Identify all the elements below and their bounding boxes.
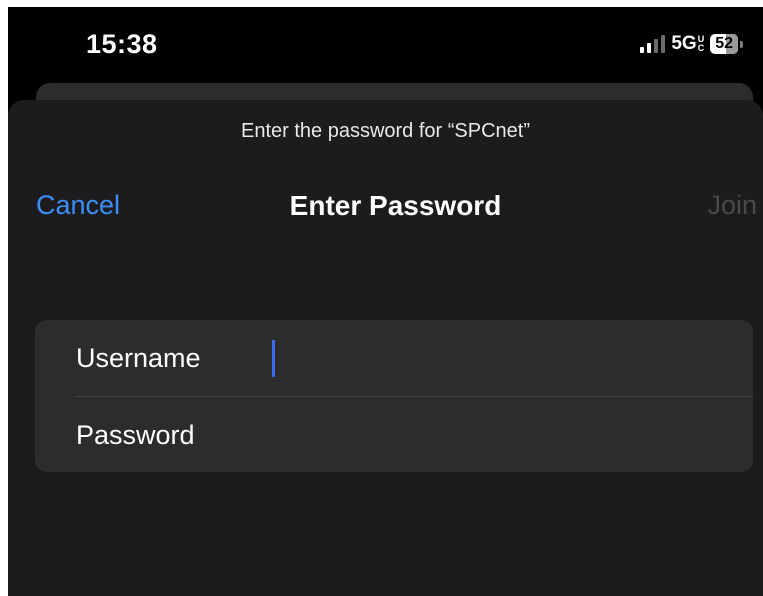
password-row[interactable]: Password bbox=[35, 397, 753, 472]
status-time: 15:38 bbox=[86, 29, 158, 59]
text-cursor bbox=[272, 340, 275, 377]
phone-screen: 15:38 5G U C 52 Enter the password for “… bbox=[8, 7, 763, 596]
battery-level: 52 bbox=[710, 34, 738, 54]
password-sheet: Enter the password for “SPCnet” Cancel E… bbox=[8, 100, 763, 596]
cancel-button[interactable]: Cancel bbox=[36, 190, 120, 221]
password-prompt: Enter the password for “SPCnet” bbox=[240, 120, 530, 142]
credentials-form: Username Password bbox=[35, 320, 753, 472]
network-type: 5G U C bbox=[671, 33, 704, 55]
status-indicators: 5G U C 52 bbox=[640, 33, 743, 55]
page-title: Enter Password bbox=[289, 190, 502, 221]
password-input[interactable] bbox=[272, 413, 753, 457]
network-label: 5G bbox=[671, 33, 697, 54]
cellular-signal-icon bbox=[640, 35, 666, 53]
username-input[interactable] bbox=[272, 336, 753, 380]
username-label: Username bbox=[76, 342, 201, 373]
join-button[interactable]: Join bbox=[707, 190, 757, 221]
battery-icon: 52 bbox=[710, 34, 743, 54]
battery-tip bbox=[740, 40, 743, 48]
network-uc-icon: U C bbox=[697, 34, 705, 53]
username-row[interactable]: Username bbox=[35, 320, 753, 396]
password-label: Password bbox=[76, 419, 195, 450]
